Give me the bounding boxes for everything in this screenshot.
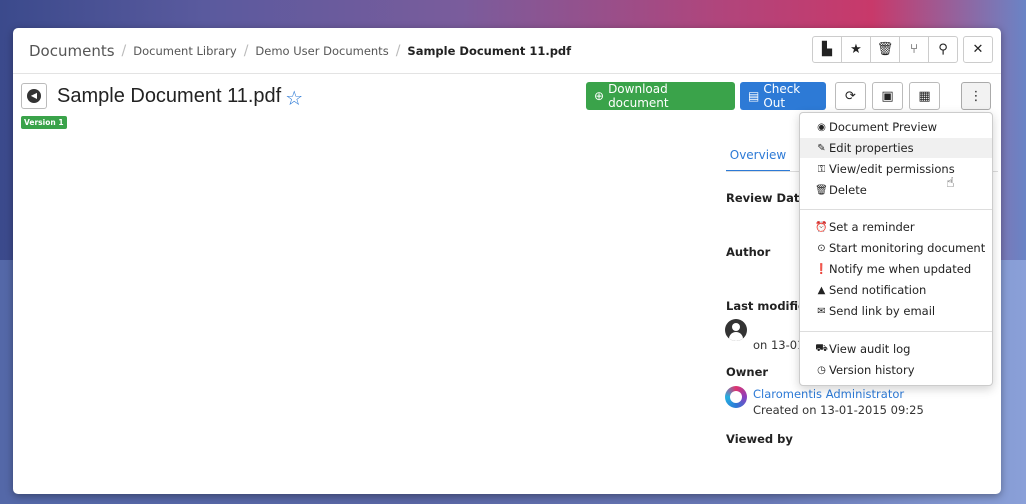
eye-icon: ◉ xyxy=(817,121,826,133)
menu-item-document-preview[interactable]: ◉ Document Preview xyxy=(800,117,992,137)
menu-item-label: Version history xyxy=(829,363,915,377)
options-dropdown-menu: ◉ Document Preview ✎ Edit properties ⚿ V… xyxy=(799,112,993,386)
branch-icon: ⑂ xyxy=(910,42,918,57)
alarm-icon: ⏰ xyxy=(815,221,828,233)
pencil-icon: ✎ xyxy=(817,142,826,154)
menu-item-set-reminder[interactable]: ⏰ Set a reminder xyxy=(800,217,992,237)
owner-created-date: Created on 13-01-2015 09:25 xyxy=(753,403,924,417)
owner-name-link[interactable]: Claromentis Administrator xyxy=(753,387,904,401)
search-icon: ⚲ xyxy=(938,42,948,57)
menu-item-delete[interactable]: 🗑 Delete xyxy=(800,180,992,200)
branch-button[interactable]: ⑂ xyxy=(899,36,929,63)
document-panel: Documents / Document Library / Demo User… xyxy=(13,28,1001,494)
delete-button[interactable]: 🗑 xyxy=(870,36,900,63)
new-document-button[interactable]: ▙ xyxy=(812,36,842,63)
viewed-by-label: Viewed by xyxy=(726,432,793,446)
menu-item-start-monitoring[interactable]: ⊙ Start monitoring document xyxy=(800,238,992,258)
trash-icon: 🗑 xyxy=(815,184,828,196)
breadcrumb-item-folder[interactable]: Demo User Documents xyxy=(255,44,388,58)
search-button[interactable]: ⚲ xyxy=(928,36,958,63)
author-label: Author xyxy=(726,245,771,259)
star-outline-icon[interactable]: ☆ xyxy=(285,86,303,110)
breadcrumb-bar: Documents / Document Library / Demo User… xyxy=(13,28,1001,74)
envelope-icon: ✉ xyxy=(817,305,826,317)
check-out-button[interactable]: ▤ Check Out xyxy=(740,82,826,110)
warning-icon: ▲ xyxy=(817,284,826,296)
menu-item-label: View audit log xyxy=(829,342,911,356)
trash-icon: 🗑 xyxy=(876,42,894,57)
version-badge: Version 1 xyxy=(21,116,67,129)
toolbar: ▙ ★ 🗑 ⑂ ⚲ ✕ xyxy=(812,36,993,63)
alert-circle-icon: ❗ xyxy=(815,263,828,275)
menu-item-label: Send notification xyxy=(829,283,927,297)
breadcrumb-separator: / xyxy=(243,42,249,59)
menu-item-label: Document Preview xyxy=(829,120,937,134)
download-label: Download document xyxy=(608,82,669,110)
key-icon: ⚿ xyxy=(817,163,826,175)
download-document-button[interactable]: ⊕ Download document xyxy=(586,82,735,110)
clipboard-icon: ▦ xyxy=(918,88,931,104)
menu-item-view-edit-permissions[interactable]: ⚿ View/edit permissions xyxy=(800,159,992,179)
check-out-label: Check Out xyxy=(763,82,801,110)
menu-divider xyxy=(800,331,992,332)
menu-item-edit-properties[interactable]: ✎ Edit properties xyxy=(800,138,992,158)
document-header: ◀ Sample Document 11.pdf ☆ xyxy=(21,82,303,110)
menu-divider xyxy=(800,209,992,210)
clock-icon: ◷ xyxy=(817,364,826,376)
copy-icon: ▣ xyxy=(881,88,894,104)
camera-icon: ⛟ xyxy=(815,342,828,354)
owner-label: Owner xyxy=(726,365,769,379)
breadcrumb-separator: / xyxy=(121,42,127,59)
tools-icon: ✕ xyxy=(972,42,984,57)
menu-item-label: Start monitoring document xyxy=(829,241,986,255)
tab-overview[interactable]: Overview xyxy=(726,140,790,172)
breadcrumb-current: Sample Document 11.pdf xyxy=(407,43,572,58)
breadcrumb-root[interactable]: Documents xyxy=(29,42,115,60)
new-document-icon: ▙ xyxy=(822,42,832,57)
menu-item-send-notification[interactable]: ▲ Send notification xyxy=(800,280,992,300)
menu-item-send-link-email[interactable]: ✉ Send link by email xyxy=(800,301,992,321)
arrow-left-icon: ◀ xyxy=(27,89,41,103)
menu-item-label: View/edit permissions xyxy=(829,162,955,176)
breadcrumb-item-library[interactable]: Document Library xyxy=(133,44,236,58)
copy-button[interactable]: ▣ xyxy=(872,82,903,110)
menu-item-label: Notify me when updated xyxy=(829,262,972,276)
menu-item-label: Set a reminder xyxy=(829,220,915,234)
kebab-menu-icon: ⋮ xyxy=(969,88,983,104)
menu-item-label: Send link by email xyxy=(829,304,936,318)
file-icon: ▤ xyxy=(748,89,760,103)
refresh-button[interactable]: ⟳ xyxy=(835,82,866,110)
owner-avatar xyxy=(725,386,747,408)
menu-item-label: Delete xyxy=(829,183,867,197)
review-date-label: Review Date xyxy=(726,191,808,205)
more-options-button[interactable]: ⋮ xyxy=(961,82,991,110)
breadcrumb-separator: / xyxy=(395,42,401,59)
page-title: Sample Document 11.pdf xyxy=(57,84,282,107)
star-icon: ★ xyxy=(850,42,862,57)
menu-item-version-history[interactable]: ◷ Version history xyxy=(800,360,992,380)
menu-item-notify-me[interactable]: ❗ Notify me when updated xyxy=(800,259,992,279)
refresh-icon: ⟳ xyxy=(845,88,856,104)
paste-button[interactable]: ▦ xyxy=(909,82,940,110)
play-circle-icon: ⊙ xyxy=(817,242,826,254)
menu-item-view-audit-log[interactable]: ⛟ View audit log xyxy=(800,339,992,359)
menu-item-label: Edit properties xyxy=(829,141,914,155)
download-icon: ⊕ xyxy=(594,89,605,103)
hand-cursor-icon: ☝ xyxy=(946,175,955,191)
favourite-button[interactable]: ★ xyxy=(841,36,871,63)
tools-button[interactable]: ✕ xyxy=(963,36,993,63)
back-button[interactable]: ◀ xyxy=(21,83,47,109)
avatar xyxy=(725,319,747,341)
